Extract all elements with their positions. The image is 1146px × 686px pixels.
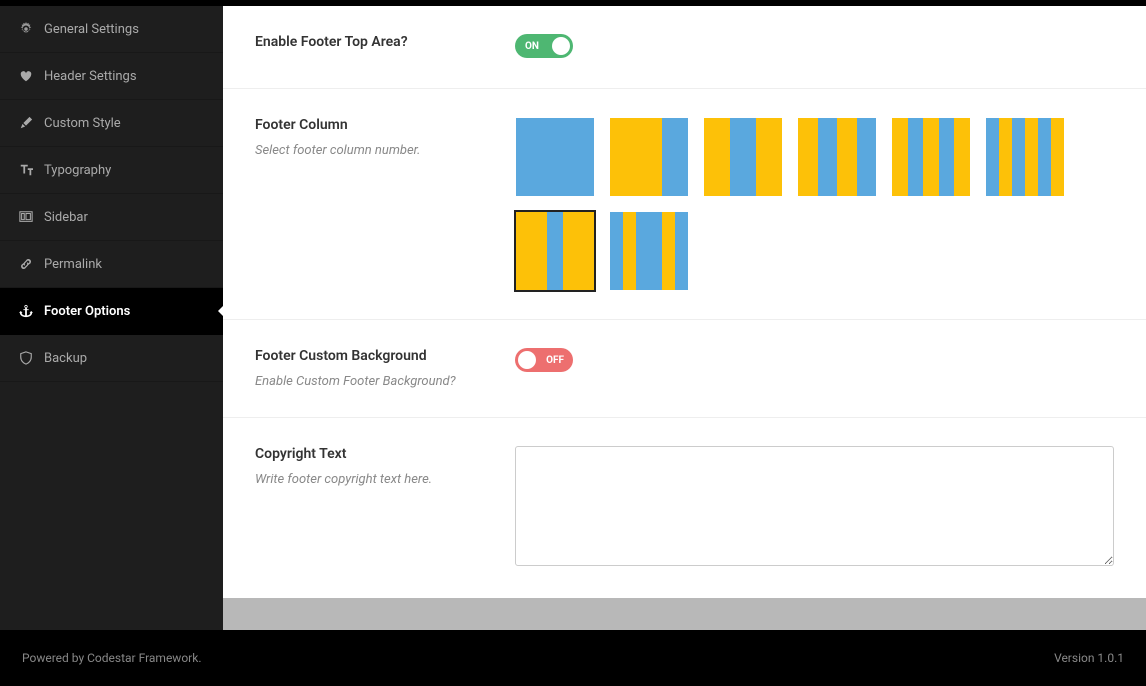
- main-layout: General Settings Header Settings Custom …: [0, 6, 1146, 630]
- footer-bg-toggle[interactable]: OFF: [515, 348, 573, 372]
- bottom-fill: [223, 598, 1146, 630]
- sidebar-label: General Settings: [44, 22, 139, 37]
- section-enable-footer-top: Enable Footer Top Area? ON: [223, 6, 1146, 89]
- setting-title: Copyright Text: [255, 446, 515, 462]
- sidebar-item-backup[interactable]: Backup: [0, 335, 223, 382]
- sidebar-label: Header Settings: [44, 69, 137, 84]
- sidebar-label: Footer Options: [44, 304, 130, 319]
- sidebar-label: Typography: [44, 163, 111, 178]
- section-copyright: Copyright Text Write footer copyright te…: [223, 418, 1146, 598]
- section-footer-bg: Footer Custom Background Enable Custom F…: [223, 320, 1146, 418]
- page-footer: Powered by Codestar Framework. Version 1…: [0, 630, 1146, 686]
- toggle-label: OFF: [546, 355, 564, 366]
- column-option-6[interactable]: [985, 117, 1065, 197]
- shield-icon: [18, 350, 34, 366]
- toggle-knob: [518, 351, 536, 369]
- column-option-2[interactable]: [609, 117, 689, 197]
- sidebar: General Settings Header Settings Custom …: [0, 6, 223, 630]
- link-icon: [18, 256, 34, 272]
- toggle-knob: [552, 37, 570, 55]
- copyright-textarea[interactable]: [515, 446, 1114, 566]
- sidebar-item-custom-style[interactable]: Custom Style: [0, 100, 223, 147]
- sidebar-item-header[interactable]: Header Settings: [0, 53, 223, 100]
- sidebar-label: Permalink: [44, 257, 102, 272]
- column-option-8[interactable]: [609, 211, 689, 291]
- column-option-5[interactable]: [891, 117, 971, 197]
- version-text: Version 1.0.1: [1054, 651, 1124, 665]
- column-option-3[interactable]: [703, 117, 783, 197]
- setting-desc: Select footer column number.: [255, 143, 515, 158]
- sidebar-label: Sidebar: [44, 210, 88, 225]
- sidebar-label: Backup: [44, 351, 87, 366]
- heart-icon: [18, 68, 34, 84]
- section-footer-column: Footer Column Select footer column numbe…: [223, 89, 1146, 320]
- sidebar-item-footer-options[interactable]: Footer Options: [0, 288, 223, 335]
- gears-icon: [18, 21, 34, 37]
- enable-footer-top-toggle[interactable]: ON: [515, 34, 573, 58]
- sidebar-item-permalink[interactable]: Permalink: [0, 241, 223, 288]
- framework-link[interactable]: Codestar Framework: [87, 651, 198, 665]
- setting-desc: Write footer copyright text here.: [255, 472, 515, 487]
- sidebar-item-general[interactable]: General Settings: [0, 6, 223, 53]
- column-option-7[interactable]: [515, 211, 595, 291]
- column-options: [515, 117, 1114, 291]
- layout-icon: [18, 209, 34, 225]
- setting-desc: Enable Custom Footer Background?: [255, 374, 515, 389]
- column-option-1[interactable]: [515, 117, 595, 197]
- text-icon: [18, 162, 34, 178]
- setting-title: Footer Column: [255, 117, 515, 133]
- brush-icon: [18, 115, 34, 131]
- setting-title: Enable Footer Top Area?: [255, 34, 515, 50]
- sidebar-label: Custom Style: [44, 116, 121, 131]
- toggle-label: ON: [525, 41, 539, 52]
- anchor-icon: [18, 303, 34, 319]
- sidebar-item-typography[interactable]: Typography: [0, 147, 223, 194]
- setting-title: Footer Custom Background: [255, 348, 515, 364]
- powered-by: Powered by Codestar Framework.: [22, 651, 202, 665]
- column-option-4[interactable]: [797, 117, 877, 197]
- content-area: Enable Footer Top Area? ON Footer Column…: [223, 6, 1146, 630]
- sidebar-item-sidebar[interactable]: Sidebar: [0, 194, 223, 241]
